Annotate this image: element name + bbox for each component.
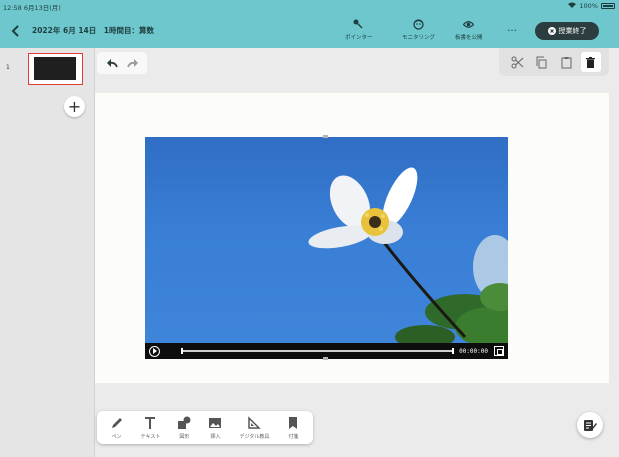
pointer-label: ポインター: [345, 35, 373, 41]
shape-tool-label: 図形: [179, 433, 190, 440]
fullscreen-icon[interactable]: [494, 346, 504, 356]
monitoring-label: モニタリング: [402, 35, 436, 41]
triangle-ruler-icon: [248, 415, 262, 429]
insert-tool[interactable]: 挿入: [208, 416, 222, 440]
resize-handle-bottom[interactable]: [323, 357, 328, 360]
monitoring-button[interactable]: モニタリング: [402, 19, 435, 41]
status-date: 6月13日(月): [23, 4, 61, 12]
shape-tool[interactable]: 図形: [177, 416, 191, 440]
seek-bar[interactable]: [180, 348, 455, 354]
lesson-title: 2022年 6月 14日 1時間目：算数: [32, 26, 154, 35]
text-icon: [145, 416, 156, 429]
page-thumbnail-selected[interactable]: [28, 53, 83, 85]
video-time: 00:00:00: [459, 347, 488, 355]
end-class-label: 授業終了: [558, 27, 587, 35]
digital-tools[interactable]: デジタル教具: [239, 415, 270, 440]
undo-redo-group: [97, 52, 147, 74]
status-time: 12:58: [3, 4, 22, 12]
more-button[interactable]: …: [507, 23, 518, 34]
sticky-note-icon: [289, 416, 298, 429]
pointer-button[interactable]: ポインター: [345, 19, 373, 41]
delete-button[interactable]: [580, 52, 601, 72]
redo-icon: [126, 58, 138, 67]
notes-button[interactable]: [577, 412, 603, 438]
thumbnail-preview: [34, 57, 76, 80]
insert-tool-label: 挿入: [210, 433, 221, 440]
page-number: 1: [6, 64, 10, 71]
video-player[interactable]: 00:00:00: [145, 137, 508, 359]
text-tool[interactable]: テキスト: [140, 416, 161, 440]
clipboard-icon: [561, 56, 572, 68]
battery-percent: 100%: [579, 2, 598, 10]
note-edit-icon: [584, 420, 597, 431]
undo-button[interactable]: [106, 54, 118, 73]
publish-board-label: 板書を公開: [455, 35, 483, 41]
paste-button[interactable]: [556, 52, 576, 72]
sticky-note-tool[interactable]: 付箋: [286, 416, 300, 440]
pen-icon: [111, 417, 122, 428]
monitoring-face-icon: [413, 19, 424, 30]
status-bar: 12:58 6月13日(月) 100%: [0, 0, 619, 13]
publish-board-button[interactable]: 板書を公開: [455, 19, 483, 41]
copy-button[interactable]: [532, 52, 552, 72]
image-insert-icon: [209, 417, 222, 428]
digital-tools-label: デジタル教具: [239, 433, 270, 440]
resize-handle-top[interactable]: [323, 135, 328, 138]
scissors-icon: [511, 56, 524, 68]
cut-button[interactable]: [507, 52, 527, 72]
page-sidebar: 1 +: [0, 48, 95, 457]
shape-icon: [178, 416, 191, 429]
pen-tool[interactable]: ペン: [110, 416, 124, 440]
sticky-note-label: 付箋: [288, 433, 299, 440]
text-tool-label: テキスト: [140, 433, 161, 440]
play-button[interactable]: [149, 345, 160, 357]
add-page-button[interactable]: +: [64, 96, 85, 117]
battery-icon: [601, 3, 615, 9]
trash-icon: [586, 56, 596, 68]
flower-video-frame: [308, 167, 508, 345]
edit-toolbar: [499, 48, 609, 76]
drawing-toolbar: ペン テキスト 図形 挿入 デジタル教具 付箋: [97, 411, 313, 444]
copy-icon: [536, 56, 547, 68]
undo-icon: [106, 58, 118, 67]
chevron-left-icon: [11, 25, 19, 37]
app-header: 2022年 6月 14日 1時間目：算数 ポインター モニタリング 板書を公開 …: [0, 13, 619, 48]
pointer-icon: [353, 19, 363, 29]
wifi-icon: [568, 2, 577, 10]
close-circle-icon: [547, 27, 556, 35]
end-class-button[interactable]: 授業終了: [535, 22, 599, 40]
eye-icon: [463, 21, 475, 28]
redo-button[interactable]: [126, 54, 139, 73]
pen-tool-label: ペン: [111, 433, 122, 440]
back-button[interactable]: [9, 23, 23, 37]
